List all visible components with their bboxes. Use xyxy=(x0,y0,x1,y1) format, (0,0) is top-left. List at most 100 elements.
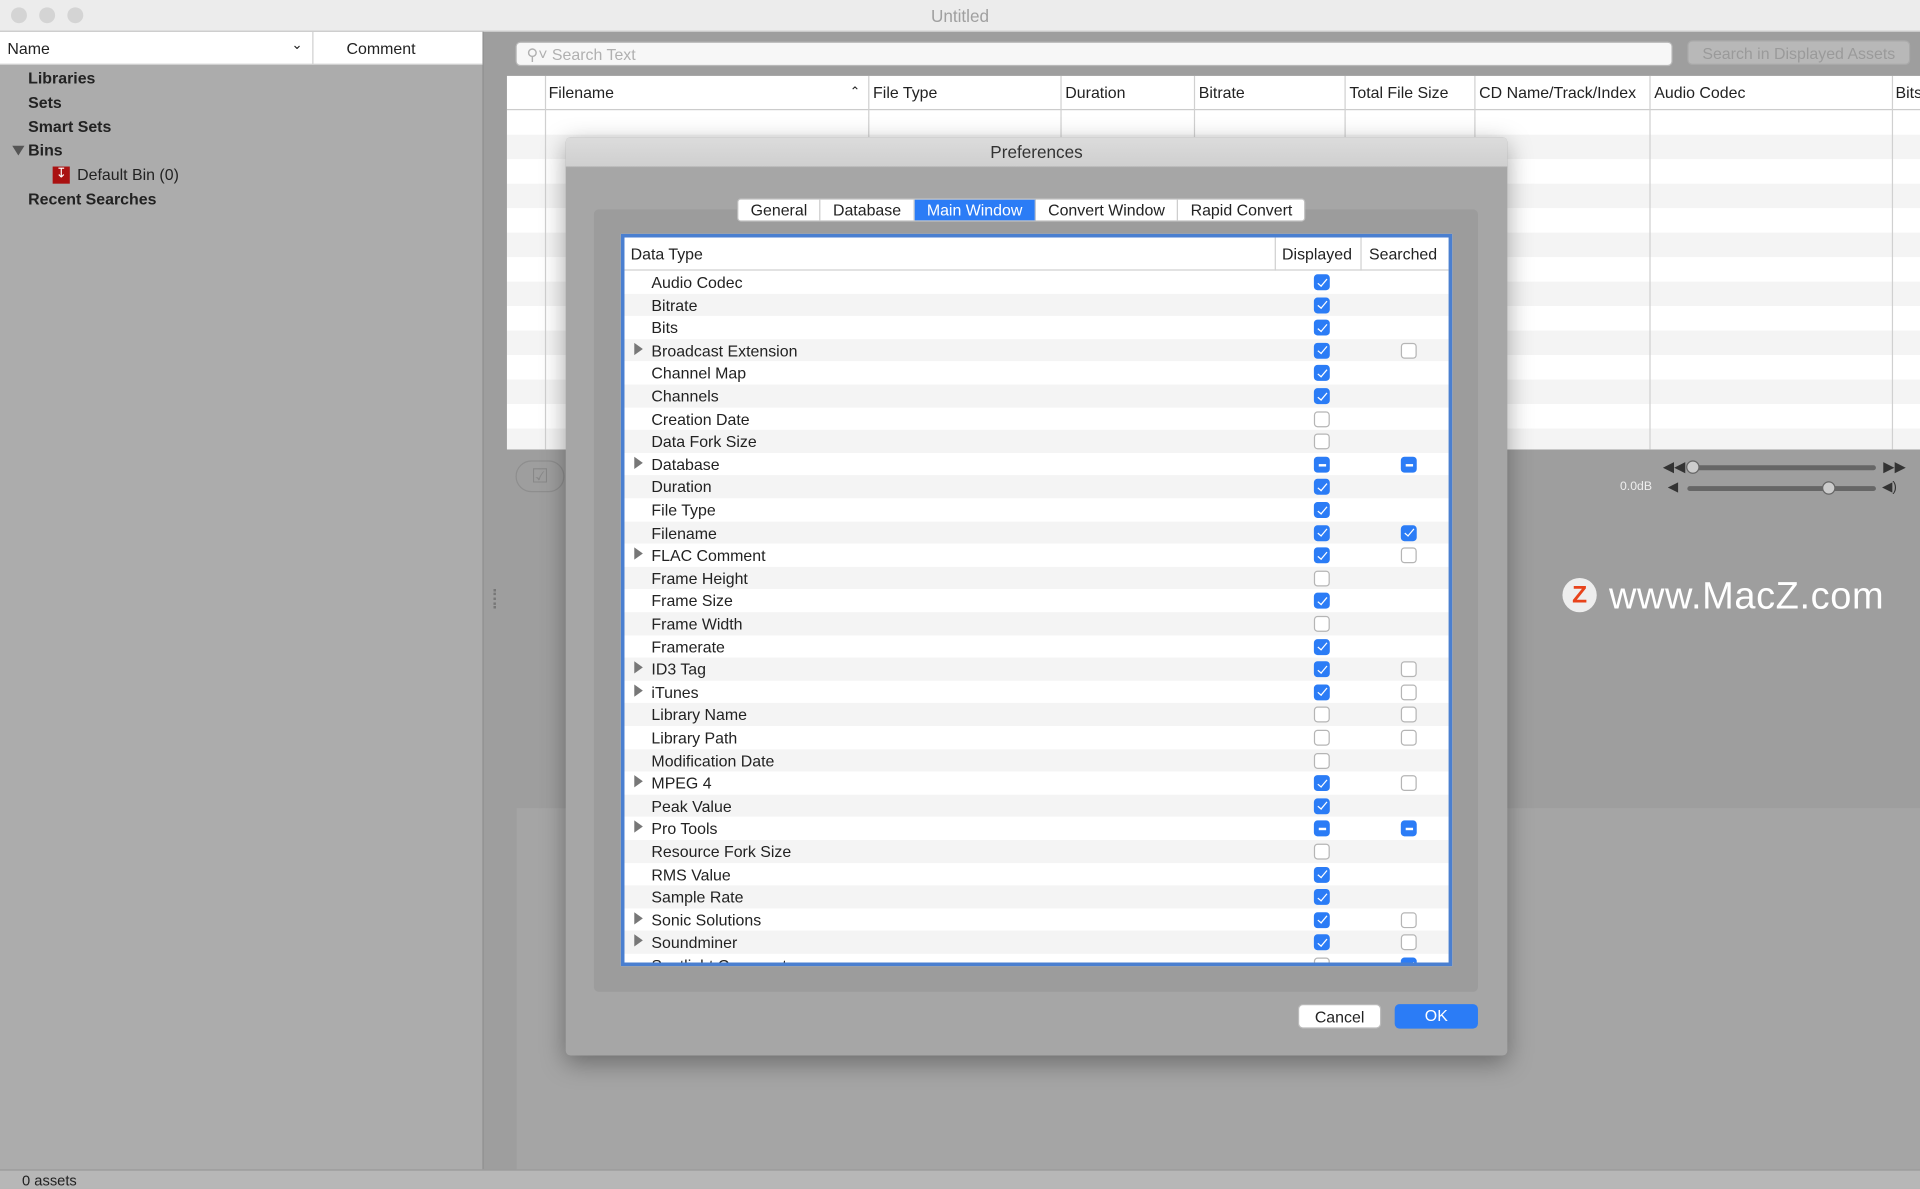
data-type-row[interactable]: iTunes xyxy=(624,680,1449,704)
displayed-checkbox[interactable] xyxy=(1313,547,1330,564)
volume-slider[interactable] xyxy=(1687,486,1876,492)
searched-checkbox[interactable] xyxy=(1400,707,1417,723)
displayed-checkbox[interactable] xyxy=(1313,843,1330,860)
data-type-row[interactable]: Pro Tools xyxy=(624,817,1449,840)
position-slider-knob[interactable] xyxy=(1686,460,1700,474)
displayed-checkbox[interactable] xyxy=(1313,729,1330,746)
data-type-row[interactable]: Soundminer xyxy=(624,931,1449,954)
displayed-checkbox[interactable] xyxy=(1313,934,1330,951)
tab-convert-window[interactable]: Convert Window xyxy=(1036,199,1179,221)
data-type-row[interactable]: Library Path xyxy=(624,726,1449,749)
displayed-checkbox[interactable] xyxy=(1313,615,1330,632)
disclosure-triangle-icon[interactable] xyxy=(634,547,643,560)
data-type-row[interactable]: Frame Size xyxy=(624,589,1449,613)
disclosure-triangle-icon[interactable] xyxy=(12,145,25,156)
cancel-button[interactable]: Cancel xyxy=(1297,1004,1382,1029)
data-type-row[interactable]: Spotlight Comment xyxy=(624,953,1449,963)
tab-rapid-convert[interactable]: Rapid Convert xyxy=(1178,200,1304,221)
tab-main-window[interactable]: Main Window xyxy=(914,199,1036,221)
data-type-row[interactable]: Modification Date xyxy=(624,748,1449,772)
data-type-row[interactable]: Frame Width xyxy=(624,612,1449,636)
disclosure-triangle-icon[interactable] xyxy=(634,456,643,469)
displayed-checkbox[interactable] xyxy=(1313,866,1330,883)
col-total-file-size[interactable]: Total File Size xyxy=(1349,83,1448,101)
displayed-checkbox[interactable] xyxy=(1313,524,1330,541)
data-type-row[interactable]: Audio Codec xyxy=(624,270,1449,294)
searched-checkbox[interactable] xyxy=(1400,456,1417,473)
col-data-type[interactable]: Data Type xyxy=(631,245,703,263)
displayed-checkbox[interactable] xyxy=(1313,707,1330,723)
displayed-checkbox[interactable] xyxy=(1313,911,1330,928)
data-type-row[interactable]: Channel Map xyxy=(624,361,1449,385)
displayed-checkbox[interactable] xyxy=(1313,570,1330,587)
displayed-checkbox[interactable] xyxy=(1313,297,1330,313)
tab-general[interactable]: General xyxy=(738,199,821,221)
searched-checkbox[interactable] xyxy=(1400,729,1417,746)
searched-checkbox[interactable] xyxy=(1400,661,1417,678)
data-type-row[interactable]: Bits xyxy=(624,316,1449,339)
checkmark-button[interactable]: ☑ xyxy=(515,460,565,493)
col-searched[interactable]: Searched xyxy=(1369,245,1437,263)
position-slider[interactable] xyxy=(1689,465,1876,471)
chevron-down-icon[interactable]: ⌄ xyxy=(291,37,302,53)
displayed-checkbox[interactable] xyxy=(1313,342,1330,359)
data-type-row[interactable]: Peak Value xyxy=(624,794,1449,818)
disclosure-triangle-icon[interactable] xyxy=(634,342,643,355)
data-type-row[interactable]: Broadcast Extension xyxy=(624,338,1449,362)
split-handle[interactable] xyxy=(493,588,496,609)
data-type-row[interactable]: Frame Height xyxy=(624,566,1449,590)
searched-checkbox[interactable] xyxy=(1400,684,1417,701)
displayed-checkbox[interactable] xyxy=(1313,456,1330,473)
displayed-checkbox[interactable] xyxy=(1313,388,1330,405)
volume-slider-knob[interactable] xyxy=(1822,481,1836,495)
data-type-row[interactable]: Framerate xyxy=(624,635,1449,658)
displayed-checkbox[interactable] xyxy=(1313,957,1330,963)
disclosure-triangle-icon[interactable] xyxy=(634,684,643,697)
data-type-row[interactable]: Resource Fork Size xyxy=(624,840,1449,863)
disclosure-triangle-icon[interactable] xyxy=(634,661,643,674)
displayed-checkbox[interactable] xyxy=(1313,752,1330,769)
col-cd-name[interactable]: CD Name/Track/Index xyxy=(1479,83,1636,101)
displayed-checkbox[interactable] xyxy=(1313,775,1330,792)
data-type-row[interactable]: Channels xyxy=(624,384,1449,408)
ok-button[interactable]: OK xyxy=(1394,1004,1478,1029)
fast-forward-icon[interactable]: ▶▶ xyxy=(1883,458,1906,475)
data-type-row[interactable]: Data Fork Size xyxy=(624,430,1449,453)
displayed-checkbox[interactable] xyxy=(1313,502,1330,518)
sidebar-item-recent-searches[interactable]: Recent Searches xyxy=(28,190,156,208)
data-type-row[interactable]: Creation Date xyxy=(624,407,1449,431)
data-type-row[interactable]: File Type xyxy=(624,498,1449,522)
searched-checkbox[interactable] xyxy=(1400,820,1417,837)
sidebar-item-bins[interactable]: Bins xyxy=(28,141,62,159)
data-type-row[interactable]: FLAC Comment xyxy=(624,543,1449,567)
col-bitrate[interactable]: Bitrate xyxy=(1199,83,1245,101)
search-displayed-assets-button[interactable]: Search in Displayed Assets xyxy=(1687,40,1911,65)
displayed-checkbox[interactable] xyxy=(1313,889,1330,906)
disclosure-triangle-icon[interactable] xyxy=(634,934,643,948)
sidebar-item-sets[interactable]: Sets xyxy=(28,93,62,111)
searched-checkbox[interactable] xyxy=(1400,775,1417,792)
comment-column-header[interactable]: Comment xyxy=(347,39,416,57)
data-type-row[interactable]: Filename xyxy=(624,521,1449,544)
col-filename[interactable]: Filename xyxy=(549,83,614,101)
rewind-icon[interactable]: ◀◀ xyxy=(1663,458,1686,475)
searched-checkbox[interactable] xyxy=(1400,957,1417,963)
displayed-checkbox[interactable] xyxy=(1313,593,1330,610)
sidebar-item-smart-sets[interactable]: Smart Sets xyxy=(28,118,111,136)
searched-checkbox[interactable] xyxy=(1400,547,1417,564)
searched-checkbox[interactable] xyxy=(1400,524,1417,541)
sidebar-item-default-bin[interactable]: Default Bin (0) xyxy=(77,165,179,183)
displayed-checkbox[interactable] xyxy=(1313,661,1330,678)
col-audio-codec[interactable]: Audio Codec xyxy=(1654,83,1745,101)
disclosure-triangle-icon[interactable] xyxy=(634,775,643,788)
displayed-checkbox[interactable] xyxy=(1313,820,1330,837)
data-type-row[interactable]: RMS Value xyxy=(624,862,1449,886)
displayed-checkbox[interactable] xyxy=(1313,433,1330,450)
table-row[interactable] xyxy=(506,110,1920,135)
disclosure-triangle-icon[interactable] xyxy=(634,911,643,925)
sidebar-item-libraries[interactable]: Libraries xyxy=(28,69,95,87)
col-displayed[interactable]: Displayed xyxy=(1282,245,1352,263)
col-bits[interactable]: Bits xyxy=(1896,83,1920,101)
name-column-header[interactable]: Name xyxy=(7,39,49,57)
searched-checkbox[interactable] xyxy=(1400,911,1417,928)
